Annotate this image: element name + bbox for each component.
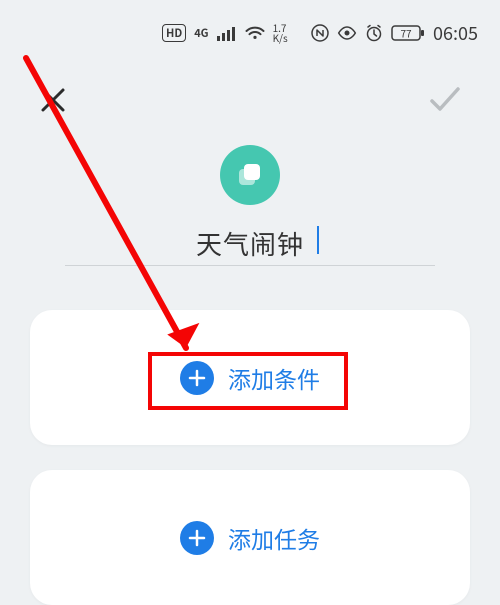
svg-text:77: 77: [400, 26, 412, 41]
conditions-card: 添加条件: [30, 310, 470, 445]
add-task-button[interactable]: 添加任务: [180, 521, 320, 555]
eye-icon: [337, 26, 357, 40]
alarm-icon: [365, 24, 383, 42]
clock-text: 06:05: [433, 20, 478, 46]
scene-name-input[interactable]: [65, 222, 435, 265]
tasks-card: 添加任务: [30, 470, 470, 605]
signal-icon: [217, 25, 237, 41]
text-caret: [317, 226, 319, 254]
input-underline: [65, 265, 435, 266]
editor-header: [0, 75, 500, 125]
scene-name-field[interactable]: [65, 222, 435, 266]
add-condition-label: 添加条件: [228, 361, 320, 395]
battery-icon: 77: [391, 24, 425, 42]
add-condition-button[interactable]: 添加条件: [180, 361, 320, 395]
add-task-label: 添加任务: [228, 521, 320, 555]
copy-icon: [235, 160, 265, 190]
plus-icon: [180, 361, 214, 395]
scene-icon-button[interactable]: [220, 145, 280, 205]
confirm-button[interactable]: [428, 85, 462, 115]
network-type-badge: 4G: [194, 25, 208, 41]
close-icon: [38, 85, 68, 115]
hd-badge: HD: [162, 24, 186, 42]
net-rate: 1.7 K/s: [273, 23, 288, 43]
nfc-icon: [311, 24, 329, 42]
wifi-icon: [245, 25, 265, 41]
check-icon: [428, 85, 462, 115]
plus-icon: [180, 521, 214, 555]
close-button[interactable]: [38, 85, 68, 115]
status-bar: HD 4G 1.7 K/s: [0, 18, 500, 48]
